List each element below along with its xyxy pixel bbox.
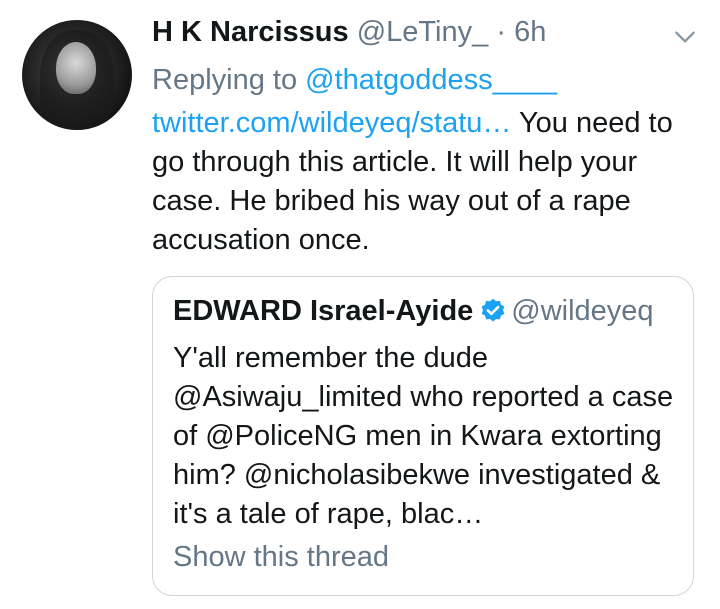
author-handle[interactable]: @LeTiny_ — [357, 16, 489, 48]
quoted-author-handle: @wildeyeq — [511, 295, 654, 327]
show-thread-link[interactable]: Show this thread — [173, 539, 389, 575]
tweet[interactable]: H K Narcissus @LeTiny_ · 6h Replying to … — [0, 0, 720, 609]
avatar-face — [56, 42, 96, 94]
tweet-header: H K Narcissus @LeTiny_ · 6h — [152, 14, 660, 50]
timestamp[interactable]: 6h — [514, 16, 546, 48]
avatar[interactable] — [22, 20, 132, 130]
quoted-author-name: EDWARD Israel-Ayide — [173, 295, 474, 327]
replying-prefix: Replying to — [152, 64, 298, 96]
replying-to: Replying to @thatgoddess____ — [152, 62, 557, 98]
author-name[interactable]: H K Narcissus — [152, 16, 349, 48]
verified-badge-icon — [481, 298, 505, 322]
quoted-tweet-header: EDWARD Israel-Ayide @wildeyeq — [173, 293, 654, 329]
replying-mention[interactable]: @thatgoddess____ — [305, 64, 557, 96]
tweet-text: twitter.com/wildeyeq/statu… You need to … — [152, 104, 697, 260]
chevron-down-icon[interactable] — [672, 24, 698, 50]
separator-dot: · — [496, 16, 506, 48]
quoted-tweet-text: Y'all remember the dude @Asiwaju_limited… — [173, 342, 674, 530]
quoted-tweet[interactable]: EDWARD Israel-Ayide @wildeyeq Y'all reme… — [152, 276, 694, 596]
tweet-link[interactable]: twitter.com/wildeyeq/statu… — [152, 107, 511, 139]
